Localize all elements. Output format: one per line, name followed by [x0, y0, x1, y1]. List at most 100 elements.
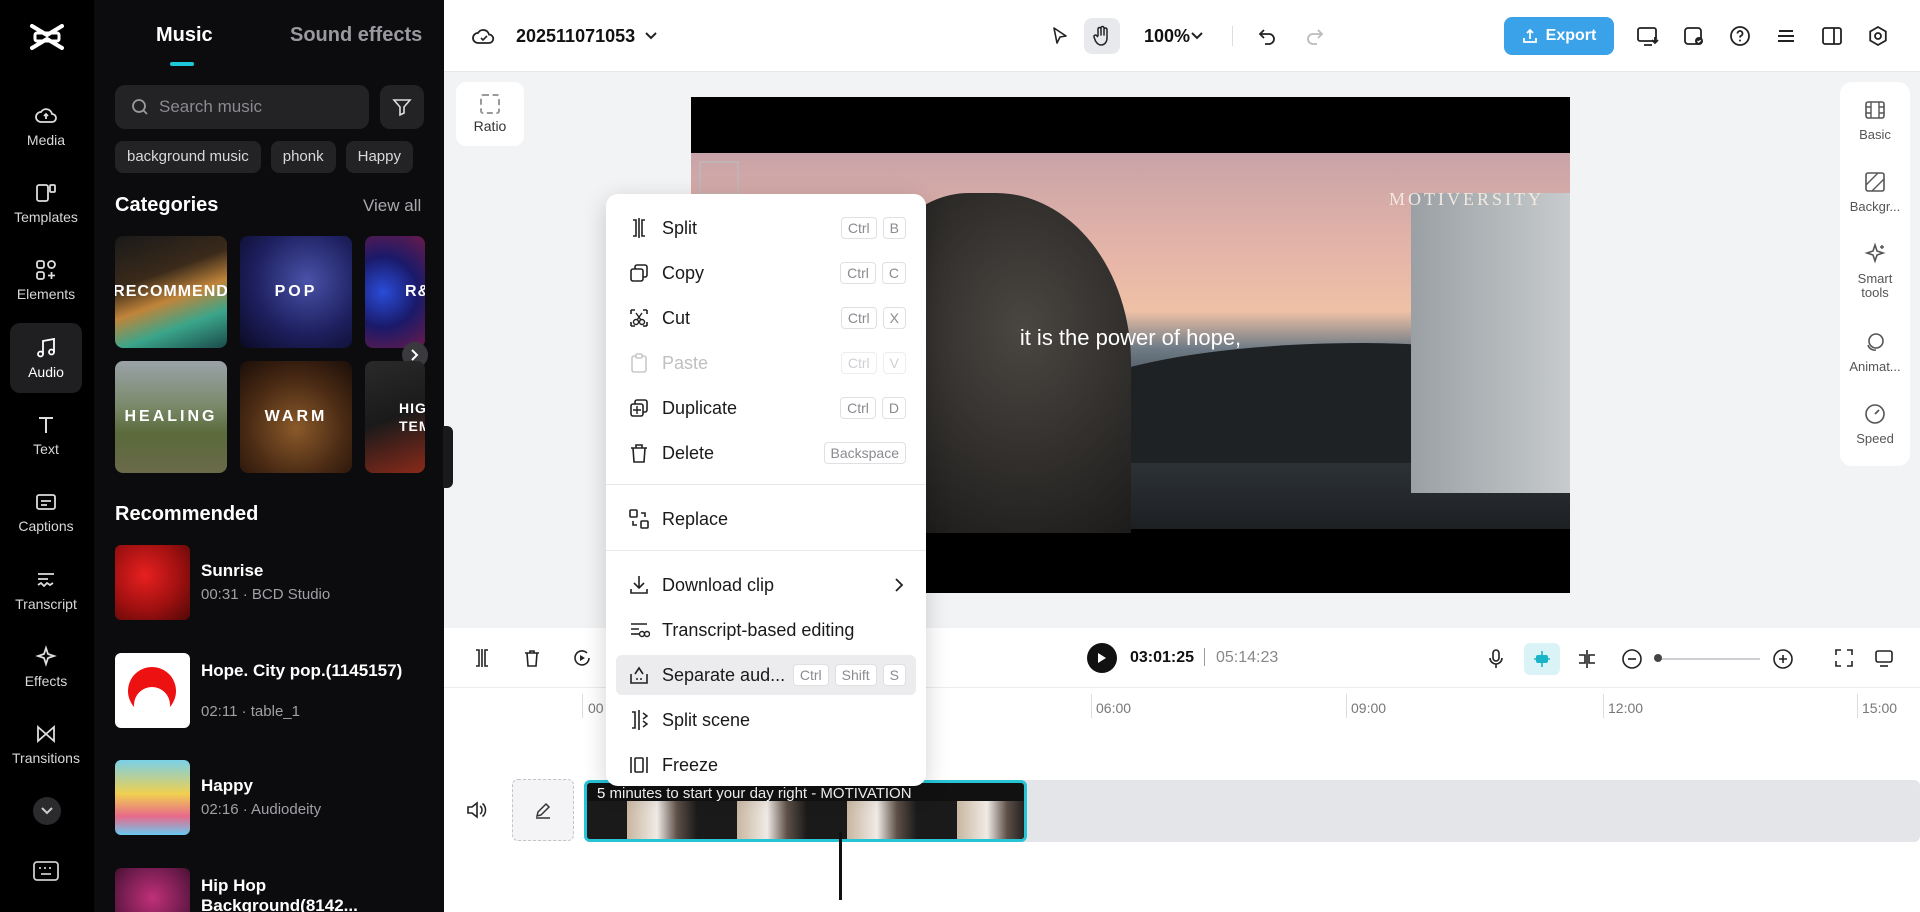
trash-icon[interactable]: [522, 648, 542, 668]
ratio-button[interactable]: Ratio: [456, 82, 524, 146]
zoom-in-icon[interactable]: [1772, 648, 1794, 670]
track-thumbnail: [115, 868, 190, 912]
category-pop-label: POP: [274, 283, 318, 300]
pencil-icon: [535, 802, 551, 819]
search-icon: [132, 99, 148, 115]
category-recommend[interactable]: RECOMMEND: [115, 236, 227, 348]
playhead[interactable]: [839, 832, 842, 900]
chevron-down-icon[interactable]: [645, 32, 657, 40]
nav-elements[interactable]: Elements: [10, 245, 82, 315]
undo-button[interactable]: [1249, 18, 1285, 54]
filter-button[interactable]: [380, 85, 424, 129]
track-happy[interactable]: Happy 02:16 · Audiodeity: [115, 760, 435, 836]
split-icon[interactable]: [472, 648, 492, 668]
tab-active-indicator: [170, 62, 194, 66]
chevron-down-icon[interactable]: [1191, 32, 1203, 40]
layout-button[interactable]: [1814, 18, 1850, 54]
category-rnb[interactable]: R&B: [365, 236, 425, 348]
chip-phonk[interactable]: phonk: [270, 141, 336, 173]
project-name[interactable]: 202511071053: [516, 26, 635, 47]
monitor-icon[interactable]: [1874, 648, 1894, 668]
menu-item-replace[interactable]: Replace: [616, 499, 916, 539]
review-button[interactable]: [1676, 18, 1712, 54]
category-pop[interactable]: POP: [240, 236, 352, 348]
microphone-icon[interactable]: [1486, 648, 1506, 670]
track-sunrise[interactable]: Sunrise 00:31 · BCD Studio: [115, 545, 435, 621]
nav-media[interactable]: Media: [10, 91, 82, 161]
nav-effects[interactable]: Effects: [10, 632, 82, 702]
tool-basic[interactable]: Basic: [1840, 98, 1910, 142]
present-button[interactable]: [1630, 18, 1666, 54]
shortcut-key: Ctrl: [840, 397, 876, 419]
hand-tool-button[interactable]: [1084, 18, 1120, 54]
menu-item-label: Download clip: [662, 574, 775, 595]
split-track-icon[interactable]: [1576, 648, 1598, 670]
search-input[interactable]: [159, 97, 349, 117]
category-high-tempo[interactable]: HIGH TEMPO: [365, 361, 425, 473]
fullscreen-icon[interactable]: [1834, 648, 1854, 668]
play-button[interactable]: [1087, 643, 1117, 673]
magnet-snap-button[interactable]: [1524, 643, 1560, 675]
menu-item-label: Freeze: [662, 754, 719, 775]
menu-item-duplicate[interactable]: Duplicate Ctrl D: [616, 388, 916, 428]
nav-transcript[interactable]: Transcript: [10, 555, 82, 625]
panel-collapse-handle[interactable]: [443, 426, 453, 488]
loop-play-icon[interactable]: [572, 648, 592, 668]
menu-item-split[interactable]: Split Ctrl B: [616, 208, 916, 248]
capcut-logo-icon[interactable]: [29, 22, 65, 52]
cloud-sync-icon[interactable]: [472, 26, 496, 46]
menu-item-download-clip[interactable]: Download clip: [616, 565, 916, 605]
tab-sound-effects[interactable]: Sound effects: [290, 24, 422, 47]
export-button[interactable]: Export: [1504, 17, 1614, 55]
nav-transitions[interactable]: Transitions: [10, 709, 82, 779]
menu-item-transcript-editing[interactable]: Transcript-based editing: [616, 610, 916, 650]
zoom-out-icon[interactable]: [1621, 648, 1643, 670]
nav-expand-button[interactable]: [33, 797, 61, 825]
tab-music[interactable]: Music: [156, 24, 213, 47]
video-watermark: MOTIVERSITY: [1389, 189, 1544, 209]
zoom-slider-track[interactable]: [1656, 658, 1760, 660]
tool-animation[interactable]: Animat...: [1840, 330, 1910, 374]
video-clip[interactable]: 5 minutes to start your day right - MOTI…: [584, 780, 1027, 842]
track-hip-hop-background[interactable]: Hip Hop Background(8142...: [115, 868, 435, 912]
tool-smart-tools[interactable]: Smart tools: [1840, 242, 1910, 300]
shortcut-key: Ctrl: [840, 217, 877, 239]
chevron-right-icon: [895, 578, 904, 592]
menu-item-separate-audio[interactable]: Separate aud... Ctrl Shift S: [616, 655, 916, 695]
zoom-slider-handle[interactable]: [1654, 654, 1662, 662]
nav-audio[interactable]: Audio: [10, 323, 82, 393]
divider: [1232, 26, 1233, 46]
category-healing[interactable]: HEALING: [115, 361, 227, 473]
zoom-level[interactable]: 100%: [1144, 26, 1190, 47]
volume-icon[interactable]: [465, 800, 487, 820]
menu-item-freeze[interactable]: Freeze: [616, 745, 916, 785]
chip-background-music[interactable]: background music: [115, 141, 261, 173]
keyboard-icon[interactable]: [33, 861, 59, 881]
layers-button[interactable]: [1768, 18, 1804, 54]
replace-icon: [629, 509, 649, 529]
chip-happy[interactable]: Happy: [345, 141, 413, 173]
category-warm[interactable]: WARM: [240, 361, 352, 473]
menu-item-label: Duplicate: [662, 397, 738, 418]
track-hope-city-pop[interactable]: Hope. City pop.(1145157) 02:11 · table_1: [115, 653, 435, 729]
select-tool-button[interactable]: [1042, 18, 1078, 54]
nav-templates[interactable]: Templates: [10, 168, 82, 238]
nav-captions[interactable]: Captions: [10, 477, 82, 547]
help-button[interactable]: [1722, 18, 1758, 54]
search-box[interactable]: [115, 85, 369, 129]
snap-icon: [1534, 651, 1550, 667]
tool-speed[interactable]: Speed: [1840, 402, 1910, 446]
menu-item-label: Split: [662, 217, 698, 238]
view-all-link[interactable]: View all: [363, 196, 421, 216]
ruler-line: [1857, 694, 1858, 718]
menu-item-split-scene[interactable]: Split scene: [616, 700, 916, 740]
tool-background[interactable]: Backgr...: [1840, 170, 1910, 214]
menu-item-copy[interactable]: Copy Ctrl C: [616, 253, 916, 293]
nav-text[interactable]: Text: [10, 400, 82, 470]
track-meta: 02:11 · table_1: [201, 703, 300, 720]
cover-edit-button[interactable]: [512, 779, 574, 841]
menu-item-delete[interactable]: Delete Backspace: [616, 433, 916, 473]
redo-button[interactable]: [1297, 18, 1333, 54]
menu-item-cut[interactable]: Cut Ctrl X: [616, 298, 916, 338]
settings-button[interactable]: [1860, 18, 1896, 54]
